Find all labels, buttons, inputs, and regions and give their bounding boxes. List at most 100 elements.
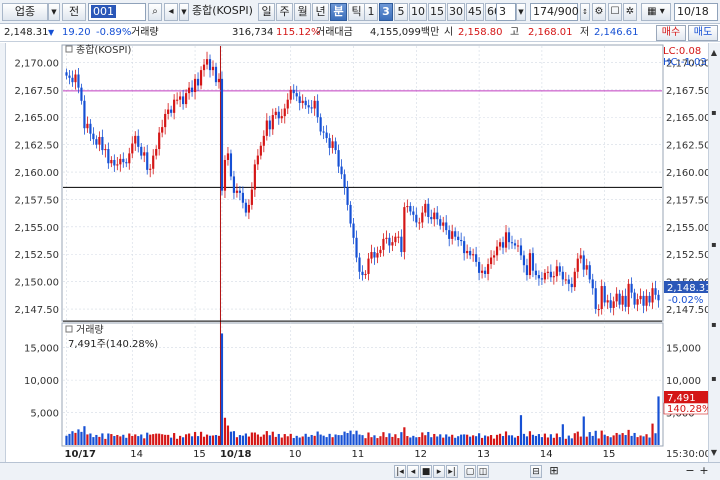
chart-canvas[interactable]: 2,147.502,147.502,150.002,150.002,152.50… [0, 43, 720, 462]
volume-bar [149, 434, 152, 445]
split-icon[interactable]: ⊞ [548, 465, 560, 478]
zoom-in-icon[interactable]: + [698, 465, 710, 478]
volume-bar [657, 396, 660, 445]
market-select[interactable]: 업종 [2, 3, 48, 21]
period-tab[interactable]: 일 [258, 3, 275, 21]
search-icon[interactable]: ⌕ [148, 3, 162, 21]
panel-icon-3[interactable]: ▪ [709, 319, 719, 331]
market-select-dropdown-icon[interactable]: ▼ [48, 3, 60, 21]
volume-bar [466, 434, 469, 445]
volume-bar [235, 437, 239, 445]
period-tab[interactable]: 주 [276, 3, 293, 21]
interval-dropdown-icon[interactable]: ▼ [516, 3, 526, 21]
candle-body [591, 279, 594, 289]
volume-bar [409, 437, 412, 445]
zoom-out-icon[interactable]: − [684, 465, 696, 478]
candle-body [110, 159, 113, 164]
candle-body [651, 288, 654, 303]
minute-option[interactable]: 15 [428, 3, 446, 21]
minute-option[interactable]: 3 [379, 3, 393, 21]
interval-input[interactable]: 3 [496, 3, 516, 21]
checkbox-icon[interactable]: ☐ [608, 3, 622, 21]
scroll-end-icon[interactable]: ▸| [446, 465, 458, 478]
volume-bar [220, 333, 224, 445]
minute-option[interactable]: 45 [466, 3, 484, 21]
dropdown-icon[interactable]: ▼ [179, 3, 189, 21]
volume-bar [645, 434, 648, 445]
minute-option[interactable]: 30 [447, 3, 465, 21]
buy-button[interactable]: 매수 [656, 25, 686, 41]
high-value: 2,168.01 [528, 27, 573, 38]
minute-option[interactable]: 1 [364, 3, 378, 21]
candle-body [367, 258, 370, 274]
panel-icon-4[interactable]: ▪ [709, 373, 719, 385]
volume-bar [385, 437, 388, 445]
candle-body [600, 286, 603, 310]
scroll-up-icon[interactable]: ▲ [709, 47, 719, 59]
volume-bar [627, 429, 630, 445]
candle-body [295, 93, 298, 97]
scroll-start-icon[interactable]: |◂ [394, 465, 406, 478]
candle-body [394, 236, 397, 243]
candle-body [199, 70, 203, 86]
candle-body [176, 99, 179, 101]
volume-bar [286, 436, 289, 445]
candle-body [525, 265, 529, 276]
minute-option[interactable]: 10 [409, 3, 427, 21]
speaker-icon[interactable]: ◂ [164, 3, 178, 21]
volume-bar [573, 433, 576, 445]
period-tab[interactable]: 월 [294, 3, 311, 21]
code-input[interactable]: 001 [88, 3, 146, 21]
calendar-icon[interactable]: ▦ ▾ [641, 3, 671, 21]
restore-icon[interactable]: ◫ [477, 465, 489, 478]
volume-y-tick-right: 15,000 [666, 344, 701, 355]
volume-bar [107, 433, 110, 445]
scroll-right-icon[interactable]: ▸ [433, 465, 445, 478]
period-tab[interactable]: 년 [312, 3, 329, 21]
volume-bar [492, 438, 496, 445]
volume-bar [152, 434, 155, 445]
period-tab[interactable]: 틱 [348, 3, 365, 21]
panel-icon-2[interactable]: ▪ [709, 239, 719, 251]
volume-bar [173, 433, 176, 445]
scroll-down-icon[interactable]: ▼ [709, 447, 719, 459]
gear-icon[interactable]: ✲ [623, 3, 637, 21]
minute-option[interactable]: 5 [394, 3, 408, 21]
volume-panel-title: 거래량 [76, 324, 104, 336]
volume-bar [400, 432, 403, 445]
candle-body [627, 283, 630, 307]
price-y-tick-left: 2,157.50 [14, 195, 59, 206]
candle-body [143, 152, 146, 156]
panel-icon-1[interactable]: ▪ [709, 107, 719, 119]
candle-body [433, 212, 436, 220]
data-count-field[interactable]: 174/900 [530, 3, 579, 21]
candle-body [400, 236, 403, 253]
candle-body [184, 93, 188, 105]
candle-body [609, 300, 612, 308]
volume-bar [546, 437, 549, 445]
bar-width-icon[interactable]: ⊟ [530, 465, 542, 478]
stop-icon[interactable]: ■ [420, 465, 432, 478]
candle-body [633, 292, 636, 305]
candle-body [504, 232, 508, 248]
date-field[interactable]: 10/18 [674, 3, 718, 21]
volume-bar [253, 432, 256, 445]
volume-bar [328, 433, 331, 445]
up-down-icon[interactable]: ↕ [580, 3, 590, 21]
candle-body [196, 78, 200, 86]
settings-icon[interactable]: ⚙ [592, 3, 606, 21]
candle-body [173, 99, 176, 113]
candle-body [319, 117, 322, 132]
volume-bar [600, 430, 603, 445]
sell-button[interactable]: 매도 [688, 25, 718, 41]
period-select[interactable]: 전 [62, 3, 86, 21]
volume-bar [193, 431, 197, 445]
candle-body [80, 87, 83, 101]
candle-body [612, 301, 615, 308]
period-tab[interactable]: 분 [330, 3, 347, 21]
nav-toggle-icon[interactable]: ▢ [464, 465, 476, 478]
candle-body [457, 236, 460, 240]
volume-panel-subtitle: 7,491주(140.28%) [68, 339, 158, 350]
volume-bar [489, 435, 493, 445]
scroll-left-icon[interactable]: ◂ [407, 465, 419, 478]
